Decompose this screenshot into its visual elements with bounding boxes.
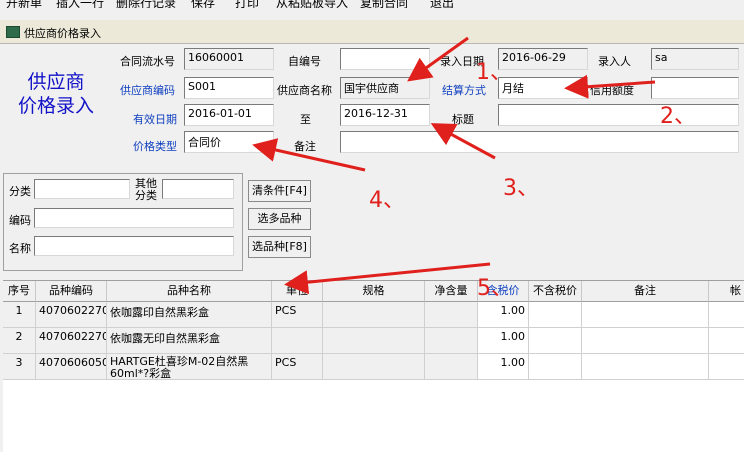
annotation-2: 2、 [660, 104, 696, 129]
annotation-5: 5、 [477, 276, 513, 301]
arrow-3 [430, 123, 496, 160]
annotation-1: 1、 [476, 60, 512, 85]
annotation-arrows [252, 36, 656, 295]
annotation-3: 3、 [503, 176, 539, 201]
arrow-2 [564, 74, 656, 99]
arrow-1 [407, 36, 469, 82]
arrow-4 [252, 138, 366, 172]
annotation-4: 4、 [369, 188, 405, 213]
arrow-5 [284, 262, 491, 295]
